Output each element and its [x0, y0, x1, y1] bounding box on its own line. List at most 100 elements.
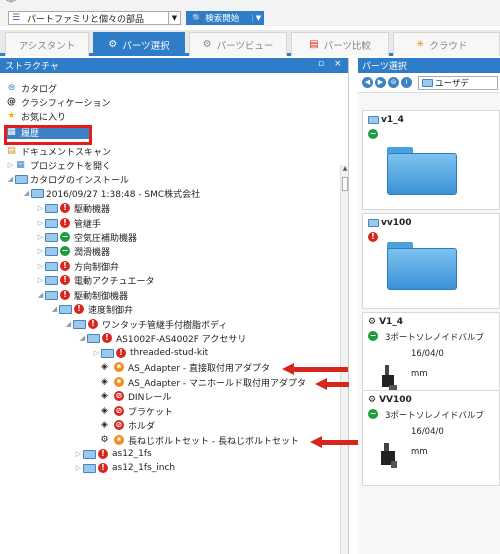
tree-item-as-adapter-direct[interactable]: ◈ ✷ AS_Adapter - 直接取付用アダプタ	[99, 360, 270, 374]
collapse-icon[interactable]: ◢	[36, 291, 45, 299]
tab-assistant[interactable]: アシスタント	[5, 32, 89, 56]
solenoid-valve-thumbnail	[382, 365, 397, 390]
error-status-icon: !	[74, 304, 84, 314]
tree-item-holder[interactable]: ◈ ⊘ ホルダ	[99, 418, 155, 432]
scroll-up-icon[interactable]: ▲	[341, 165, 348, 175]
part-card-VV100[interactable]: ⚙ VV100 − 3ポートソレノイドバルブ 16/04/0 mm	[362, 390, 500, 486]
info-icon[interactable]: i	[401, 77, 412, 88]
collapse-icon[interactable]: ◢	[64, 320, 73, 328]
part-card-vv100[interactable]: vv100 !	[362, 213, 500, 309]
collapse-icon[interactable]: ◢	[78, 334, 87, 342]
error-status-icon: !	[102, 333, 112, 343]
tree-item-long-bolt-set[interactable]: ⚙ ✷ 長ねじボルトセット - 長ねじボルトセット	[99, 433, 299, 447]
tree-item-one-touch-body[interactable]: ◢ ! ワンタッチ管継手付樹脂ボディ	[64, 317, 227, 331]
collapse-icon[interactable]: ◢	[50, 305, 59, 313]
expand-icon[interactable]: ▷	[92, 349, 101, 357]
main-tab-bar: アシスタント ⚙ パーツ選択 ⚙ パーツビュー ▤ パーツ比較 ✳ クラウド	[0, 30, 500, 56]
tree-item-din-rail[interactable]: ◈ ⊘ DINレール	[99, 389, 171, 403]
search-start-button[interactable]: 🔍 検索開始 ▼	[186, 11, 264, 25]
error-status-icon: ⊘	[114, 420, 124, 430]
annotation-arrow	[282, 363, 348, 375]
close-icon[interactable]: ×	[334, 59, 342, 69]
tab-parts-compare[interactable]: ▤ パーツ比較	[291, 32, 389, 56]
structure-panel-title: ストラクチャ	[5, 62, 59, 72]
expand-icon[interactable]: ▷	[6, 161, 15, 169]
error-status-icon: !	[98, 463, 108, 473]
expand-icon[interactable]: ▷	[74, 464, 83, 472]
folder-icon	[101, 348, 114, 358]
card-description: 3ポートソレノイドバルブ	[385, 411, 484, 421]
card-title: vv100	[368, 218, 412, 228]
tree-item-drive-control[interactable]: ◢ ! 駆動制御機器	[36, 288, 128, 302]
card-unit: mm	[411, 447, 428, 457]
expand-icon[interactable]: ▷	[36, 262, 45, 270]
error-status-icon: !	[60, 261, 70, 271]
list-icon: ☰	[11, 12, 21, 23]
collapse-icon[interactable]: ◢	[22, 189, 31, 197]
tab-cloud[interactable]: ✳ クラウド	[393, 32, 500, 56]
scroll-thumb[interactable]	[342, 177, 348, 191]
folder-icon	[45, 246, 58, 256]
compare-icon: ▤	[309, 39, 319, 50]
card-date: 16/04/0	[411, 427, 444, 437]
tree-item-favorites[interactable]: ★ お気に入り	[6, 109, 66, 123]
tree-item-speed-control-valve[interactable]: ◢ ! 速度制御弁	[50, 302, 133, 316]
tree-item-lubrication[interactable]: ▷ − 潤滑機器	[36, 244, 110, 258]
tree-item-as12-1fs-inch[interactable]: ▷ ! as12_1fs_inch	[74, 461, 175, 475]
top-toolbar: ︾ ☰ パートファミリと個々の部品 ▼ 🔍 検索開始 ▼	[0, 0, 500, 26]
double-chevron-icon[interactable]: ︾	[6, 0, 16, 10]
tree-item-as1002f-accessory[interactable]: ◢ ! AS1002F-AS4002F アクセサリ	[78, 331, 246, 345]
structure-panel-header: ストラクチャ ▫ ×	[0, 58, 348, 73]
forward-icon[interactable]: ▶	[375, 77, 386, 88]
folder-icon	[83, 449, 96, 459]
tree-item-fittings[interactable]: ▷ ! 管継手	[36, 216, 101, 230]
tree-item-classification[interactable]: @ クラシフィケーション	[6, 95, 110, 109]
back-icon[interactable]: ◀	[362, 77, 373, 88]
expand-icon[interactable]: ▷	[74, 450, 83, 458]
error-status-icon: ⊘	[114, 406, 124, 416]
expand-icon[interactable]: ▷	[36, 247, 45, 255]
tree-item-as-adapter-manifold[interactable]: ◈ ✷ AS_Adapter - マニホールド取付用アダプタ	[99, 375, 306, 389]
breadcrumb[interactable]: ユーザデ	[418, 75, 498, 90]
chevron-down-icon[interactable]: ▼	[252, 14, 264, 22]
tree-item-open-project[interactable]: ▷ ▦ プロジェクトを開く	[6, 158, 111, 172]
document-scan-icon: ▤	[7, 145, 16, 156]
tree-item-document-scan[interactable]: ▤ ドキュメントスキャン	[6, 144, 111, 158]
card-date: 16/04/0	[411, 349, 444, 359]
parts-nav-bar: ◀ ▶ ⊜ i ユーザデ	[358, 73, 500, 93]
tree-item-drive-equipment[interactable]: ▷ ! 駆動機器	[36, 201, 110, 215]
part-card-v1-4[interactable]: v1_4 −	[362, 110, 500, 210]
chevron-down-icon[interactable]: ▼	[168, 12, 180, 24]
annotation-arrow	[310, 436, 362, 448]
expand-icon[interactable]: ▷	[36, 204, 45, 212]
expand-icon[interactable]: ▷	[36, 276, 45, 284]
folder-icon	[45, 275, 58, 285]
folder-icon	[73, 319, 86, 329]
tree-item-catalog[interactable]: ⊜ カタログ	[6, 81, 57, 95]
folder-icon	[422, 78, 433, 87]
structure-scrollbar[interactable]: ▲	[340, 165, 348, 554]
tree-item-bracket[interactable]: ◈ ⊘ ブラケット	[99, 404, 173, 418]
collapse-icon[interactable]: ◢	[6, 175, 15, 183]
ok-status-icon: −	[368, 331, 378, 341]
search-scope-combo[interactable]: ☰ パートファミリと個々の部品 ▼	[8, 11, 181, 25]
tree-item-catalog-install[interactable]: ◢ カタログのインストール	[6, 172, 129, 186]
tab-parts-view[interactable]: ⚙ パーツビュー	[189, 32, 287, 56]
tree-item-electric-actuator[interactable]: ▷ ! 電動アクチュエータ	[36, 273, 155, 287]
folder-icon	[15, 174, 28, 184]
annotation-arrow	[315, 378, 349, 390]
part-cube-icon: ◈	[101, 361, 108, 372]
expand-icon[interactable]: ▷	[36, 219, 45, 227]
error-status-icon: !	[88, 319, 98, 329]
tree-item-directional-valve[interactable]: ▷ ! 方向制御弁	[36, 259, 119, 273]
expand-icon[interactable]: ▷	[36, 233, 45, 241]
folder-icon	[45, 261, 58, 271]
tree-item-threaded-stud-kit[interactable]: ▷ ! threaded-stud-kit	[92, 346, 208, 360]
gear-icon: ⚙	[108, 39, 118, 50]
tab-parts-selection[interactable]: ⚙ パーツ選択	[93, 32, 185, 56]
tree-item-pneumatic-aux[interactable]: ▷ − 空気圧補助機器	[36, 230, 137, 244]
catalog-icon[interactable]: ⊜	[388, 77, 399, 88]
tree-item-smc-install[interactable]: ◢ 2016/09/27 1:38:48 - SMC株式会社	[22, 186, 200, 200]
tree-item-as12-1fs[interactable]: ▷ ! as12_1fs	[74, 447, 152, 461]
pin-icon[interactable]: ▫	[318, 59, 324, 69]
